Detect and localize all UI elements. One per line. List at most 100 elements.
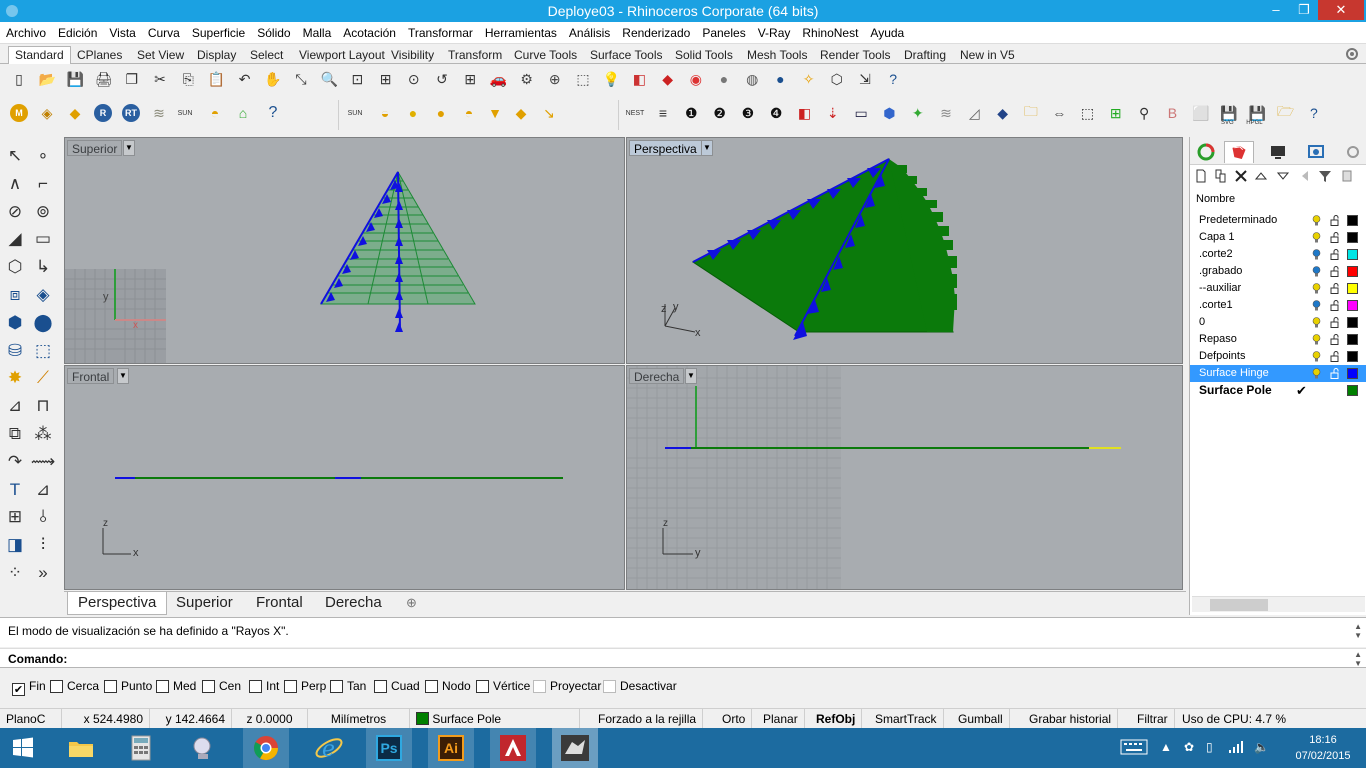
- nest-open-icon[interactable]: 🗁: [1275, 102, 1297, 124]
- osnap-punto[interactable]: Punto: [104, 678, 152, 694]
- named-views-tab-icon[interactable]: [1302, 141, 1332, 163]
- tab-mesh-tools[interactable]: Mesh Tools: [740, 46, 814, 64]
- join-icon[interactable]: ⊓: [32, 395, 54, 417]
- zoom-extents-icon[interactable]: ⊞: [375, 68, 397, 90]
- tab-display[interactable]: Display: [190, 46, 243, 64]
- units-status[interactable]: Milímetros: [308, 709, 410, 729]
- new-sublayer-icon[interactable]: [1214, 169, 1228, 183]
- menu-item-edición[interactable]: Edición: [52, 22, 103, 44]
- layer-row[interactable]: Repaso: [1190, 331, 1366, 348]
- nest-help-icon[interactable]: ?: [1303, 102, 1325, 124]
- layer-color-swatch[interactable]: [1347, 351, 1358, 362]
- tab-surface-tools[interactable]: Surface Tools: [583, 46, 670, 64]
- nest-sort-icon[interactable]: ⚲: [1133, 102, 1155, 124]
- chevron-down-icon[interactable]: ▼: [701, 140, 713, 156]
- illustrator-icon[interactable]: Ai: [428, 728, 474, 768]
- menu-item-curva[interactable]: Curva: [142, 22, 186, 44]
- internet-explorer-icon[interactable]: e: [306, 728, 352, 768]
- unlock-icon[interactable]: [1330, 300, 1340, 311]
- unlock-icon[interactable]: [1330, 368, 1340, 379]
- smarttrack-toggle[interactable]: SmartTrack: [869, 709, 944, 729]
- plane-surface-icon[interactable]: ⧈: [4, 284, 26, 306]
- menu-item-rhinonest[interactable]: RhinoNest: [796, 22, 864, 44]
- checkbox[interactable]: [533, 680, 546, 693]
- text-icon[interactable]: T: [4, 479, 26, 501]
- zoom-window-icon[interactable]: ⊡: [346, 68, 368, 90]
- osnap-perp[interactable]: Perp: [284, 678, 326, 694]
- new-file-icon[interactable]: ▯: [8, 68, 30, 90]
- menu-item-renderizado[interactable]: Renderizado: [616, 22, 696, 44]
- lightbulb-icon[interactable]: [1312, 334, 1321, 345]
- delete-layer-icon[interactable]: [1234, 169, 1248, 183]
- filter-icon[interactable]: [1318, 169, 1332, 183]
- osnap-cen[interactable]: Cen: [202, 678, 241, 694]
- tab-curve-tools[interactable]: Curve Tools: [507, 46, 584, 64]
- nest-grid-icon[interactable]: ⊞: [1105, 102, 1127, 124]
- tab-derecha[interactable]: Derecha: [315, 592, 392, 615]
- open-file-icon[interactable]: 📂: [36, 68, 58, 90]
- unlock-icon[interactable]: [1330, 317, 1340, 328]
- osnap-cuad[interactable]: Cuad: [374, 678, 420, 694]
- pan-icon[interactable]: ✋: [262, 68, 284, 90]
- unlock-icon[interactable]: [1330, 215, 1340, 226]
- nest-frame-icon[interactable]: ⬚: [1077, 102, 1099, 124]
- planar-toggle[interactable]: Planar: [757, 709, 805, 729]
- layers-tab-icon[interactable]: [1224, 141, 1254, 163]
- keyboard-icon[interactable]: [1120, 738, 1148, 759]
- checkbox[interactable]: [50, 680, 63, 693]
- curve-icon[interactable]: ⌐: [32, 173, 54, 195]
- print-icon[interactable]: 🖨: [93, 68, 115, 90]
- nest-down-icon[interactable]: ⇣: [822, 102, 844, 124]
- layer-icon[interactable]: ◧: [628, 68, 650, 90]
- close-button[interactable]: ✕: [1318, 0, 1364, 20]
- file-explorer-icon[interactable]: [58, 728, 104, 768]
- show-hidden-icons-icon[interactable]: ▲: [1160, 740, 1172, 754]
- cut-icon[interactable]: ✂: [149, 68, 171, 90]
- block-icon[interactable]: ◨: [4, 534, 26, 556]
- export-hpgl-icon[interactable]: 💾 HPGL: [1246, 102, 1268, 127]
- checkbox[interactable]: [156, 680, 169, 693]
- layer-color-swatch[interactable]: [1347, 232, 1358, 243]
- light-icon[interactable]: ✧: [798, 68, 820, 90]
- options-icon[interactable]: ⚙: [516, 68, 538, 90]
- zoom-selected-icon[interactable]: ⊙: [403, 68, 425, 90]
- lightbulb-icon[interactable]: [1312, 368, 1321, 379]
- viewport-label-perspective[interactable]: Perspectiva: [629, 140, 702, 156]
- layer-color-swatch[interactable]: [1347, 334, 1358, 345]
- layer-color-swatch[interactable]: [1347, 215, 1358, 226]
- paste-icon[interactable]: 📋: [205, 68, 227, 90]
- checkbox[interactable]: [425, 680, 438, 693]
- autocad-icon[interactable]: [490, 728, 536, 768]
- layer-color-swatch[interactable]: [1347, 249, 1358, 260]
- lightbulb-icon[interactable]: [1312, 232, 1321, 243]
- device-icon[interactable]: ▯: [1206, 740, 1213, 754]
- rhino-icon[interactable]: [552, 728, 598, 768]
- dimension-icon[interactable]: ⇲: [854, 68, 876, 90]
- tab-superior[interactable]: Superior: [166, 592, 243, 615]
- layer-color-swatch[interactable]: [1347, 300, 1358, 311]
- vray-light-icon[interactable]: ◓: [204, 102, 226, 124]
- panel-options-gear-icon[interactable]: [1338, 141, 1366, 163]
- volume-icon[interactable]: 🔈: [1254, 740, 1269, 754]
- layer-row[interactable]: Capa 1: [1190, 229, 1366, 246]
- tab-transform[interactable]: Transform: [441, 46, 509, 64]
- edge-surface-icon[interactable]: ◈: [32, 284, 54, 306]
- nest-4-icon[interactable]: ❹: [765, 102, 787, 124]
- checkbox[interactable]: [374, 680, 387, 693]
- export-svg-icon[interactable]: 💾 SVG: [1218, 102, 1240, 127]
- osnap-int[interactable]: Int: [249, 678, 279, 694]
- tab-select[interactable]: Select: [243, 46, 290, 64]
- mirror-icon[interactable]: ⫰: [32, 506, 54, 528]
- history-toggle[interactable]: Grabar historial: [1023, 709, 1119, 729]
- vray-frame-buffer-icon[interactable]: ≋: [148, 102, 170, 124]
- zoom-icon[interactable]: 🔍: [318, 68, 340, 90]
- rotate-view-icon[interactable]: ⤡: [290, 68, 312, 90]
- group-icon[interactable]: ⬡: [826, 68, 848, 90]
- viewport-label-top[interactable]: Superior: [67, 140, 123, 156]
- checkbox[interactable]: [330, 680, 343, 693]
- light-icon[interactable]: ◒: [374, 102, 396, 124]
- sphere-render-icon[interactable]: ●: [769, 68, 791, 90]
- layer-row[interactable]: Surface Pole ✔: [1190, 382, 1366, 399]
- layer-row[interactable]: .corte2: [1190, 246, 1366, 263]
- tab-cplanes[interactable]: CPlanes: [70, 46, 129, 64]
